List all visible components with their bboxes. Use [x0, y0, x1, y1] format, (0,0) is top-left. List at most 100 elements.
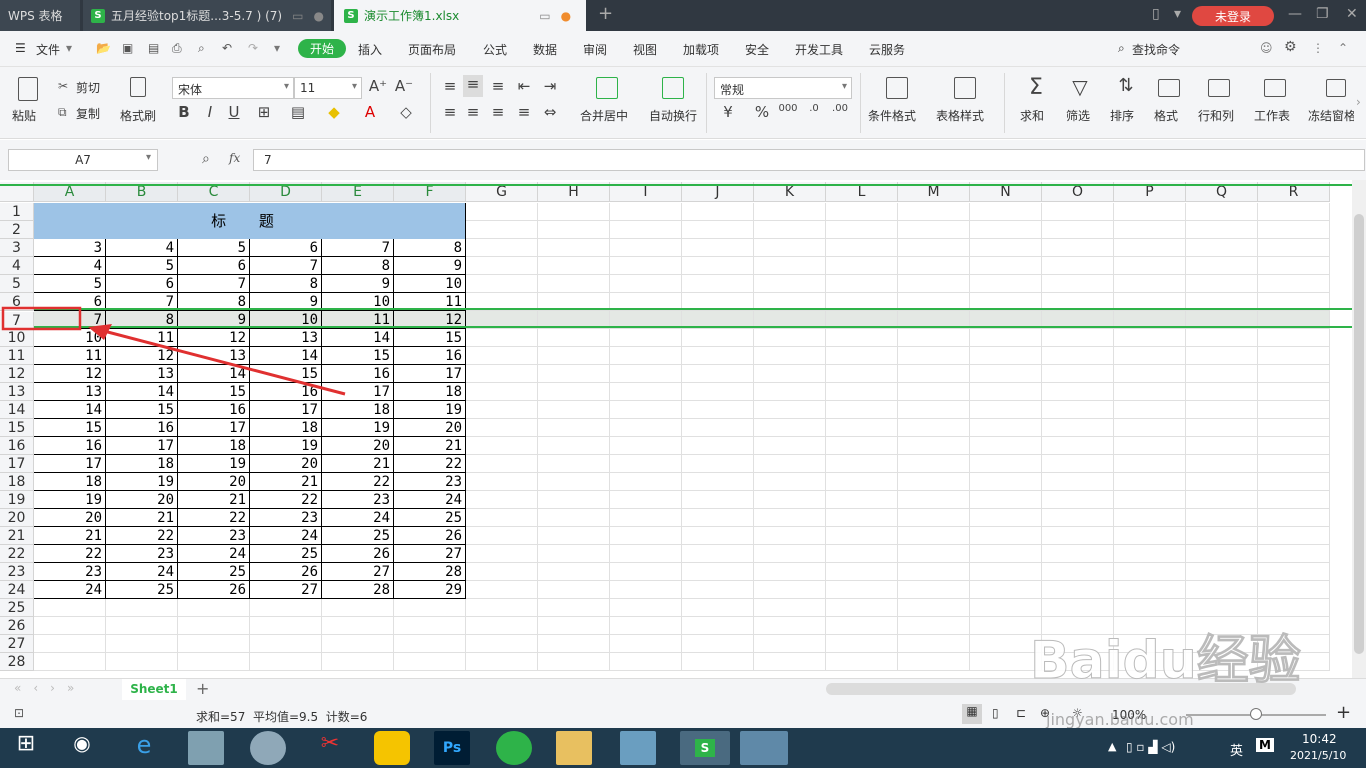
print-icon[interactable]: ⎙: [172, 41, 182, 56]
spreadsheet-grid[interactable]: ABCDEFGHIJKLMNOPQR 1 2 3 4 5 6 7 10 11 12 13 14 15 16…: [0, 180, 1352, 678]
menu-file[interactable]: 文件: [36, 41, 60, 58]
wps-taskbar-icon[interactable]: S: [680, 731, 730, 765]
hamburger-icon[interactable]: ☰: [15, 41, 26, 55]
page-break-icon[interactable]: ⊏: [1016, 706, 1026, 720]
distribute-icon[interactable]: ⇔: [540, 103, 560, 121]
align-middle-icon[interactable]: ≡: [463, 75, 483, 97]
search-command[interactable]: 查找命令: [1132, 41, 1180, 58]
freeze-button[interactable]: 冻结窗格: [1308, 107, 1354, 124]
merge-button[interactable]: 合并居中: [580, 107, 628, 124]
save-icon[interactable]: ▣: [122, 41, 133, 55]
scroll-thumb[interactable]: [1354, 214, 1364, 654]
filter-icon[interactable]: ▽: [1070, 75, 1090, 99]
sum-icon[interactable]: Σ: [1026, 75, 1046, 100]
add-sheet-icon[interactable]: +: [196, 679, 209, 698]
number-format-select[interactable]: 常规: [714, 77, 852, 99]
italic-icon[interactable]: I: [200, 103, 220, 121]
fill-color-icon[interactable]: ◆: [324, 103, 344, 121]
table-style-icon[interactable]: [954, 77, 976, 99]
tab-document-1[interactable]: S 五月经验top1标题...3-5.7 ) (7) ▭ ●: [83, 0, 331, 31]
chevron-down-icon[interactable]: ▾: [66, 41, 72, 55]
photoshop-icon[interactable]: Ps: [434, 731, 470, 765]
menu-page-layout[interactable]: 页面布局: [408, 41, 456, 58]
minimize-icon[interactable]: —: [1288, 6, 1302, 22]
rows-columns-button[interactable]: 行和列: [1198, 107, 1234, 124]
page-view-icon[interactable]: ▯: [992, 706, 999, 720]
indent-decrease-icon[interactable]: ⇤: [514, 77, 534, 95]
sort-button[interactable]: 排序: [1110, 107, 1134, 124]
format-icon[interactable]: [1158, 79, 1180, 97]
chevron-down-icon[interactable]: ▾: [274, 41, 280, 55]
sheet-nav-icon[interactable]: «‹›»: [14, 681, 86, 695]
redo-icon[interactable]: ↷: [248, 41, 258, 55]
sum-button[interactable]: 求和: [1020, 107, 1044, 124]
new-tab-icon[interactable]: +: [598, 3, 613, 24]
clock-time[interactable]: 10:42: [1302, 732, 1337, 746]
feedback-icon[interactable]: ☺: [1260, 41, 1273, 55]
menu-review[interactable]: 审阅: [583, 41, 607, 58]
font-size-select[interactable]: 11: [294, 77, 362, 99]
justify-icon[interactable]: ≡: [514, 103, 534, 121]
ribbon-scroll-icon[interactable]: ›: [1356, 95, 1361, 109]
login-button[interactable]: 未登录: [1192, 6, 1274, 26]
border-icon[interactable]: ⊞: [254, 103, 274, 121]
clear-icon[interactable]: ◇: [396, 103, 416, 121]
gear-icon[interactable]: ⚙: [1284, 39, 1297, 55]
paste-icon[interactable]: [18, 77, 38, 101]
windows-start-icon[interactable]: ⊞: [8, 731, 44, 765]
menu-data[interactable]: 数据: [533, 41, 557, 58]
menu-security[interactable]: 安全: [745, 41, 769, 58]
collapse-ribbon-icon[interactable]: ⌃: [1338, 41, 1348, 55]
name-box[interactable]: A7: [8, 149, 158, 171]
ime-mode-icon[interactable]: M: [1256, 738, 1274, 752]
formula-input[interactable]: 7: [253, 149, 1365, 171]
ime-indicator[interactable]: 英: [1230, 740, 1243, 759]
undo-icon[interactable]: ↶: [222, 41, 232, 55]
picture-viewer-icon[interactable]: [740, 731, 788, 765]
align-bottom-icon[interactable]: ≡: [488, 77, 508, 95]
cut-button[interactable]: 剪切: [76, 79, 100, 96]
wrap-button[interactable]: 自动换行: [649, 107, 697, 124]
thousands-icon[interactable]: 000: [778, 103, 798, 114]
filter-button[interactable]: 筛选: [1066, 107, 1090, 124]
normal-view-icon[interactable]: ▦: [962, 704, 982, 724]
menu-start[interactable]: 开始: [298, 39, 347, 58]
rows-columns-icon[interactable]: [1208, 79, 1230, 97]
wrap-icon[interactable]: [662, 77, 684, 99]
copy-button[interactable]: 复制: [76, 105, 100, 122]
pdf-icon[interactable]: ▤: [148, 41, 159, 55]
browser-app-icon[interactable]: [496, 731, 532, 765]
restore-icon[interactable]: ❐: [1316, 6, 1329, 22]
layout-icon[interactable]: ▯: [1152, 6, 1160, 22]
tab-document-active[interactable]: S 演示工作簿1.xlsx ▭ ●: [334, 0, 586, 31]
freeze-icon[interactable]: [1326, 79, 1346, 97]
status-macro-icon[interactable]: ⊡: [14, 706, 24, 720]
calculator-icon[interactable]: [188, 731, 224, 765]
worksheet-icon[interactable]: [1264, 79, 1286, 97]
shrink-font-icon[interactable]: A⁻: [394, 77, 414, 95]
menu-view[interactable]: 视图: [633, 41, 657, 58]
help-icon[interactable]: ⋮: [1312, 41, 1324, 55]
merge-icon[interactable]: [596, 77, 618, 99]
paste-button[interactable]: 粘贴: [12, 107, 36, 124]
format-button[interactable]: 格式: [1154, 107, 1178, 124]
bold-icon[interactable]: B: [174, 103, 194, 121]
sheet-tab-sheet1[interactable]: Sheet1: [122, 679, 186, 700]
menu-insert[interactable]: 插入: [358, 41, 382, 58]
fx-icon[interactable]: fx: [229, 151, 240, 165]
tray-icons[interactable]: ▯ ▫ ▟ ◁): [1126, 740, 1175, 754]
worksheet-button[interactable]: 工作表: [1254, 107, 1290, 124]
decrease-decimal-icon[interactable]: .00: [830, 103, 850, 114]
monitor-icon[interactable]: ▭: [539, 9, 550, 23]
zoom-icon[interactable]: ⌕: [202, 151, 210, 167]
font-family-select[interactable]: 宋体: [172, 77, 294, 99]
tray-arrow-icon[interactable]: ▲: [1108, 740, 1116, 753]
underline-icon[interactable]: U: [224, 103, 244, 121]
conditional-format-button[interactable]: 条件格式: [868, 107, 916, 124]
file-explorer-icon[interactable]: [556, 731, 592, 765]
menu-developer[interactable]: 开发工具: [795, 41, 843, 58]
control-panel-icon[interactable]: [620, 731, 656, 765]
align-left-icon[interactable]: ≡: [440, 103, 460, 121]
menu-formula[interactable]: 公式: [483, 41, 507, 58]
zoom-in-icon[interactable]: +: [1336, 702, 1351, 723]
